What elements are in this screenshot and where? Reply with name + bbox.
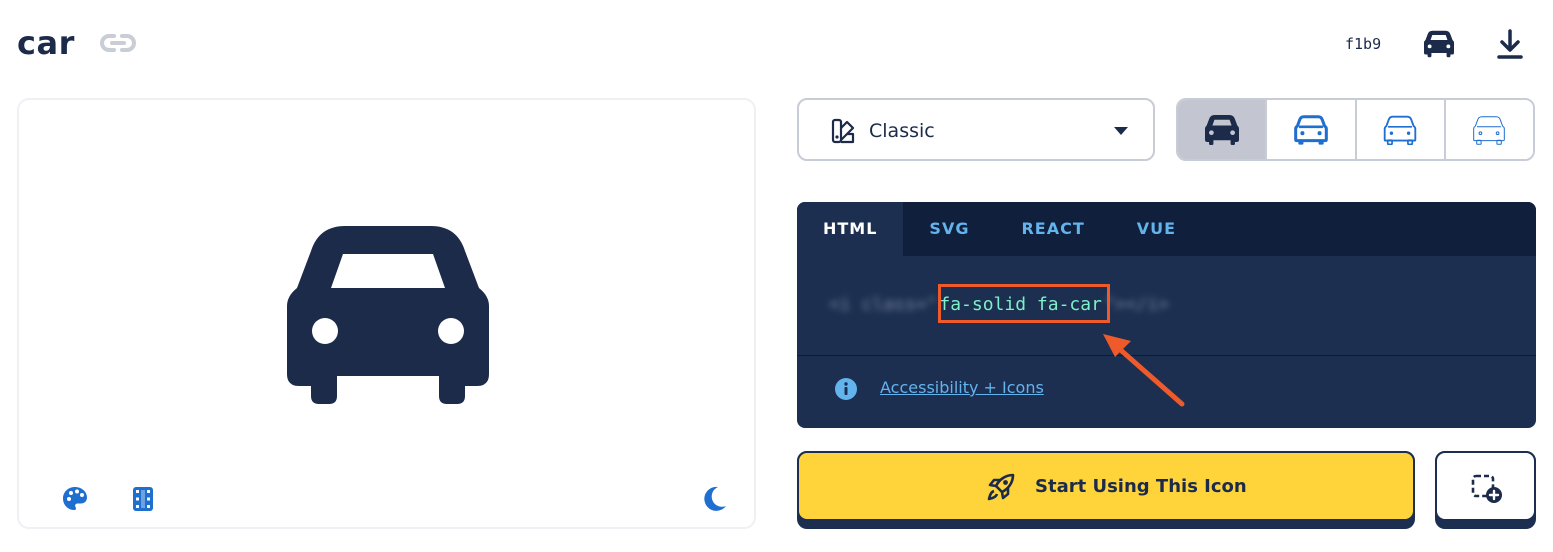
car-icon [1204, 114, 1239, 145]
car-icon [287, 226, 489, 404]
tab-vue[interactable]: VUE [1111, 202, 1202, 256]
icon-preview [17, 98, 756, 529]
tab-html[interactable]: HTML [797, 202, 904, 256]
car-icon[interactable] [1424, 30, 1454, 58]
variant-selector [1176, 98, 1535, 161]
highlight-box [938, 284, 1110, 323]
add-to-kit-button[interactable] [1435, 451, 1536, 529]
code-prefix: <i class=" [829, 294, 938, 315]
unicode-value[interactable]: f1b9 [1345, 35, 1381, 53]
rocket-icon [987, 473, 1015, 501]
start-using-button[interactable]: Start Using This Icon [797, 451, 1415, 529]
square-plus-icon [1471, 474, 1502, 503]
add-button-face [1435, 451, 1536, 521]
film-icon[interactable] [128, 484, 158, 514]
swatchbook-icon [831, 118, 855, 144]
download-icon[interactable] [1495, 28, 1525, 60]
tab-react[interactable]: REACT [995, 202, 1110, 256]
link-icon[interactable] [100, 30, 136, 56]
variant-thin[interactable] [1445, 100, 1533, 159]
code-suffix: "></i> [1103, 294, 1169, 315]
caret-down-icon [1114, 127, 1128, 135]
accessibility-link[interactable]: Accessibility + Icons [880, 378, 1044, 397]
variant-light[interactable] [1356, 100, 1446, 159]
variant-solid[interactable] [1178, 100, 1268, 159]
car-icon [1383, 115, 1417, 145]
info-icon [835, 378, 857, 400]
car-icon [1473, 115, 1506, 145]
moon-icon[interactable] [699, 484, 729, 514]
start-button-face: Start Using This Icon [797, 451, 1415, 521]
start-button-label: Start Using This Icon [1035, 476, 1247, 497]
car-icon [1294, 114, 1328, 145]
tab-svg[interactable]: SVG [903, 202, 995, 256]
style-dropdown[interactable]: Classic [797, 98, 1155, 161]
code-tabs: HTML SVG REACT VUE [797, 202, 1536, 256]
icon-title: car [17, 24, 75, 62]
palette-icon[interactable] [60, 484, 90, 514]
variant-regular[interactable] [1267, 100, 1357, 159]
style-label: Classic [869, 120, 935, 142]
arrow-icon [1103, 334, 1185, 407]
